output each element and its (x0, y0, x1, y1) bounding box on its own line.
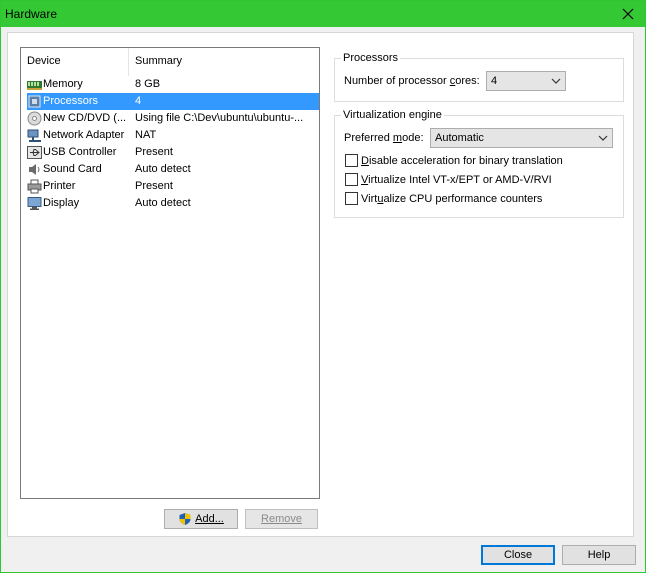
usb-icon (27, 145, 42, 160)
title-bar: Hardware (1, 1, 645, 27)
device-summary: Auto detect (135, 197, 191, 209)
remove-button[interactable]: Remove (245, 509, 318, 529)
chevron-down-icon (551, 76, 561, 86)
device-row-display[interactable]: Display Auto detect (21, 195, 319, 212)
device-row-processors[interactable]: Processors 4 (27, 93, 319, 110)
column-header-device[interactable]: Device (21, 48, 129, 76)
shield-icon (178, 512, 192, 526)
virtualization-group-title: Virtualization engine (341, 109, 444, 121)
device-row-usb-controller[interactable]: USB Controller Present (21, 144, 319, 161)
chevron-down-icon (598, 133, 608, 143)
device-list[interactable]: Device Summary Memory 8 GB Processors 4 … (20, 47, 320, 499)
close-button[interactable]: Close (481, 545, 555, 565)
content-panel: Device Summary Memory 8 GB Processors 4 … (7, 32, 634, 537)
close-button-label: Close (503, 549, 533, 561)
display-icon (27, 196, 42, 211)
virtualize-vtx-checkbox-row[interactable]: Virtualize Intel VT-x/EPT or AMD-V/RVI (345, 173, 552, 186)
virtualize-vtx-label: Virtualize Intel VT-x/EPT or AMD-V/RVI (361, 173, 552, 186)
disable-acceleration-label: Disable acceleration for binary translat… (361, 154, 563, 167)
device-summary: NAT (135, 129, 157, 141)
close-icon[interactable] (617, 3, 639, 25)
preferred-mode-label: Preferred mode: (344, 132, 424, 144)
remove-button-label: Remove (261, 513, 302, 525)
device-list-header: Device Summary (21, 48, 319, 76)
device-name: Printer (43, 180, 76, 192)
device-summary: Present (135, 180, 173, 192)
device-name: Memory (43, 78, 83, 90)
window-title: Hardware (5, 7, 58, 21)
cd-dvd-icon (27, 111, 42, 126)
printer-icon (27, 179, 42, 194)
virtualize-vtx-checkbox[interactable] (345, 173, 358, 186)
device-name: New CD/DVD (... (43, 112, 127, 124)
network-adapter-icon (27, 128, 42, 143)
add-button-label: Add... (195, 513, 224, 525)
device-row-sound-card[interactable]: Sound Card Auto detect (21, 161, 319, 178)
device-row-memory[interactable]: Memory 8 GB (21, 76, 319, 93)
hardware-dialog: Hardware Device Summary Memory 8 GB Proc… (0, 0, 646, 573)
device-summary: Auto detect (135, 163, 191, 175)
device-summary: 4 (135, 95, 142, 107)
virtualize-cpu-counters-label: Virtualize CPU performance counters (361, 192, 543, 205)
processor-cores-label: Number of processor cores: (344, 75, 480, 87)
processors-group-title: Processors (341, 52, 401, 64)
processors-group: Processors Number of processor cores: 4 (334, 52, 624, 102)
device-row-printer[interactable]: Printer Present (21, 178, 319, 195)
dialog-body: Device Summary Memory 8 GB Processors 4 … (1, 27, 645, 572)
device-summary: Using file C:\Dev\ubuntu\ubuntu-... (135, 112, 304, 124)
device-row-network-adapter[interactable]: Network Adapter NAT (21, 127, 319, 144)
help-button[interactable]: Help (562, 545, 636, 565)
column-header-summary[interactable]: Summary (129, 48, 188, 76)
processor-cores-select[interactable]: 4 (486, 71, 566, 91)
device-summary: Present (135, 146, 173, 158)
preferred-mode-select[interactable]: Automatic (430, 128, 613, 148)
add-button[interactable]: Add... (164, 509, 238, 529)
virtualize-cpu-counters-checkbox[interactable] (345, 192, 358, 205)
device-name: Network Adapter (43, 129, 125, 141)
virtualization-engine-group: Virtualization engine Preferred mode: Au… (334, 109, 624, 218)
device-name: Sound Card (43, 163, 102, 175)
device-row-cd-dvd[interactable]: New CD/DVD (... Using file C:\Dev\ubuntu… (21, 110, 319, 127)
device-name: Display (43, 197, 80, 209)
device-name: Processors (43, 95, 99, 107)
processor-cores-value: 4 (491, 75, 498, 87)
preferred-mode-value: Automatic (435, 132, 484, 144)
device-name: USB Controller (43, 146, 117, 158)
help-button-label: Help (587, 549, 611, 561)
memory-icon (27, 77, 42, 92)
virtualize-cpu-counters-checkbox-row[interactable]: Virtualize CPU performance counters (345, 192, 542, 205)
disable-acceleration-checkbox[interactable] (345, 154, 358, 167)
processor-icon (27, 94, 42, 109)
device-summary: 8 GB (135, 78, 161, 90)
sound-card-icon (27, 162, 42, 177)
disable-acceleration-checkbox-row[interactable]: Disable acceleration for binary translat… (345, 154, 563, 167)
